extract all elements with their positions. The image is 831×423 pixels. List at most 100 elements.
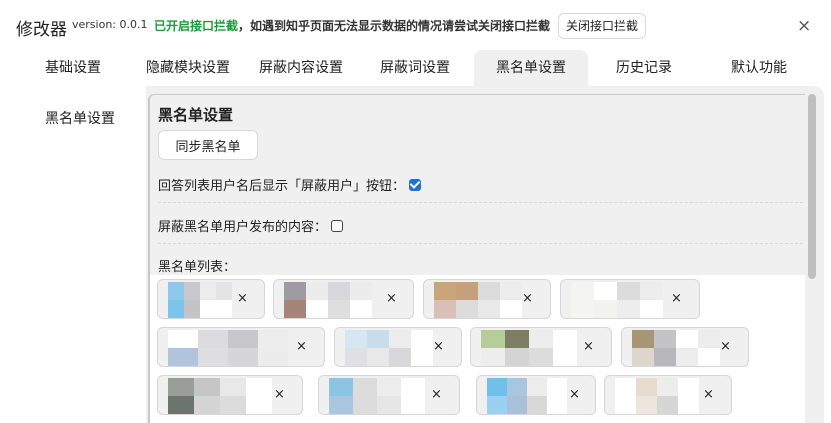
avatar-pixel xyxy=(594,282,617,300)
avatar-pixel xyxy=(216,282,232,300)
user-avatar xyxy=(284,282,372,318)
avatar-pixel xyxy=(389,348,411,366)
blacklist-user-chip: × xyxy=(318,375,460,415)
close-icon[interactable]: × xyxy=(797,17,811,35)
avatar-pixel xyxy=(657,378,678,396)
avatar-pixel xyxy=(198,330,228,348)
tab-block-words[interactable]: 屏蔽词设置 xyxy=(356,50,474,86)
remove-user-icon[interactable]: × xyxy=(274,387,285,403)
app-title: 修改器 xyxy=(16,20,67,40)
settings-panel: 黑名单设置 黑名单设置 同步黑名单 回答列表用户名后显示「屏蔽用户」按钮： 屏蔽… xyxy=(16,86,824,423)
avatar-pixel xyxy=(411,330,433,348)
remove-user-icon[interactable]: × xyxy=(431,387,442,403)
version-label: version: 0.0.1 xyxy=(72,18,148,31)
remove-user-icon[interactable]: × xyxy=(703,387,714,403)
remove-user-icon[interactable]: × xyxy=(671,291,682,307)
avatar-pixel xyxy=(632,348,654,366)
avatar-pixel xyxy=(198,348,228,366)
remove-user-icon[interactable]: × xyxy=(720,339,731,355)
avatar-pixel xyxy=(676,348,698,366)
blacklist-user-chip: × xyxy=(621,327,749,367)
blacklist-user-chip: × xyxy=(157,279,265,319)
tab-default-features[interactable]: 默认功能 xyxy=(700,50,818,86)
avatar-pixel xyxy=(377,378,401,396)
blacklist-user-chip: × xyxy=(604,375,732,415)
tab-basic-settings[interactable]: 基础设置 xyxy=(16,50,130,86)
blacklist-list: × × × × × × × × × × × × xyxy=(150,275,805,423)
avatar-pixel xyxy=(168,300,184,318)
blacklist-content: 黑名单设置 同步黑名单 回答列表用户名后显示「屏蔽用户」按钮： 屏蔽黑名单用户发… xyxy=(148,94,805,423)
remove-user-icon[interactable]: × xyxy=(583,339,594,355)
avatar-pixel xyxy=(507,378,527,396)
remove-user-icon[interactable]: × xyxy=(386,291,397,307)
show-block-button-checkbox[interactable] xyxy=(409,179,422,191)
content-scrollbar[interactable] xyxy=(808,94,816,279)
avatar-pixel xyxy=(594,300,617,318)
blacklist-user-chip: × xyxy=(157,375,303,415)
remove-user-icon[interactable]: × xyxy=(296,339,307,355)
sync-blacklist-button[interactable]: 同步黑名单 xyxy=(158,130,258,160)
avatar-pixel xyxy=(547,396,567,414)
option-label: 屏蔽黑名单用户发布的内容： xyxy=(158,220,328,235)
avatar-pixel xyxy=(434,300,456,318)
avatar-pixel xyxy=(329,378,353,396)
avatar-pixel xyxy=(216,300,232,318)
user-avatar xyxy=(329,378,425,414)
intercept-notice: 已开启接口拦截，如遇到知乎页面无法显示数据的情况请尝试关闭接口拦截 xyxy=(154,17,550,34)
tab-history[interactable]: 历史记录 xyxy=(588,50,700,86)
avatar-pixel xyxy=(353,396,377,414)
avatar-pixel xyxy=(194,378,220,396)
avatar-pixel xyxy=(306,300,328,318)
avatar-pixel xyxy=(456,300,478,318)
user-avatar xyxy=(345,330,433,366)
avatar-pixel xyxy=(284,282,306,300)
remove-user-icon[interactable]: × xyxy=(237,291,248,307)
avatar-pixel xyxy=(401,378,425,396)
avatar-pixel xyxy=(246,396,272,414)
avatar-pixel xyxy=(367,348,389,366)
remove-user-icon[interactable]: × xyxy=(433,339,444,355)
avatar-pixel xyxy=(505,348,529,366)
avatar-pixel xyxy=(478,282,500,300)
sidebar-item-blacklist[interactable]: 黑名单设置 xyxy=(45,108,115,128)
option-block-content: 屏蔽黑名单用户发布的内容： xyxy=(158,216,344,235)
avatar-pixel xyxy=(657,396,678,414)
remove-user-icon[interactable]: × xyxy=(569,387,580,403)
avatar-pixel xyxy=(487,396,507,414)
avatar-pixel xyxy=(676,330,698,348)
avatar-pixel xyxy=(478,300,500,318)
intercept-hint: ，如遇到知乎页面无法显示数据的情况请尝试关闭接口拦截 xyxy=(238,19,551,33)
avatar-pixel xyxy=(328,282,350,300)
avatar-pixel xyxy=(527,378,547,396)
tab-hide-modules[interactable]: 隐藏模块设置 xyxy=(130,50,246,86)
blacklist-user-chip: × xyxy=(334,327,462,367)
avatar-pixel xyxy=(411,348,433,366)
tab-blacklist[interactable]: 黑名单设置 xyxy=(474,50,588,86)
user-avatar xyxy=(481,330,577,366)
avatar-pixel xyxy=(615,378,636,396)
avatar-pixel xyxy=(168,348,198,366)
avatar-pixel xyxy=(527,396,547,414)
option-label: 回答列表用户名后显示「屏蔽用户」按钮： xyxy=(158,179,406,194)
option-show-block-button: 回答列表用户名后显示「屏蔽用户」按钮： xyxy=(158,175,422,194)
avatar-pixel xyxy=(200,282,216,300)
avatar-pixel xyxy=(228,330,258,348)
block-content-checkbox[interactable] xyxy=(331,220,344,232)
avatar-pixel xyxy=(529,348,553,366)
avatar-pixel xyxy=(246,378,272,396)
avatar-pixel xyxy=(350,282,372,300)
remove-user-icon[interactable]: × xyxy=(522,291,533,307)
close-intercept-button[interactable]: 关闭接口拦截 xyxy=(558,13,647,39)
avatar-pixel xyxy=(553,348,577,366)
avatar-pixel xyxy=(571,300,594,318)
avatar-pixel xyxy=(456,282,478,300)
avatar-pixel xyxy=(194,396,220,414)
avatar-pixel xyxy=(617,300,640,318)
avatar-pixel xyxy=(678,378,699,396)
sidebar: 黑名单设置 xyxy=(16,86,146,423)
tab-block-content[interactable]: 屏蔽内容设置 xyxy=(246,50,356,86)
avatar-pixel xyxy=(698,330,720,348)
avatar-pixel xyxy=(220,378,246,396)
avatar-pixel xyxy=(481,348,505,366)
avatar-pixel xyxy=(632,330,654,348)
